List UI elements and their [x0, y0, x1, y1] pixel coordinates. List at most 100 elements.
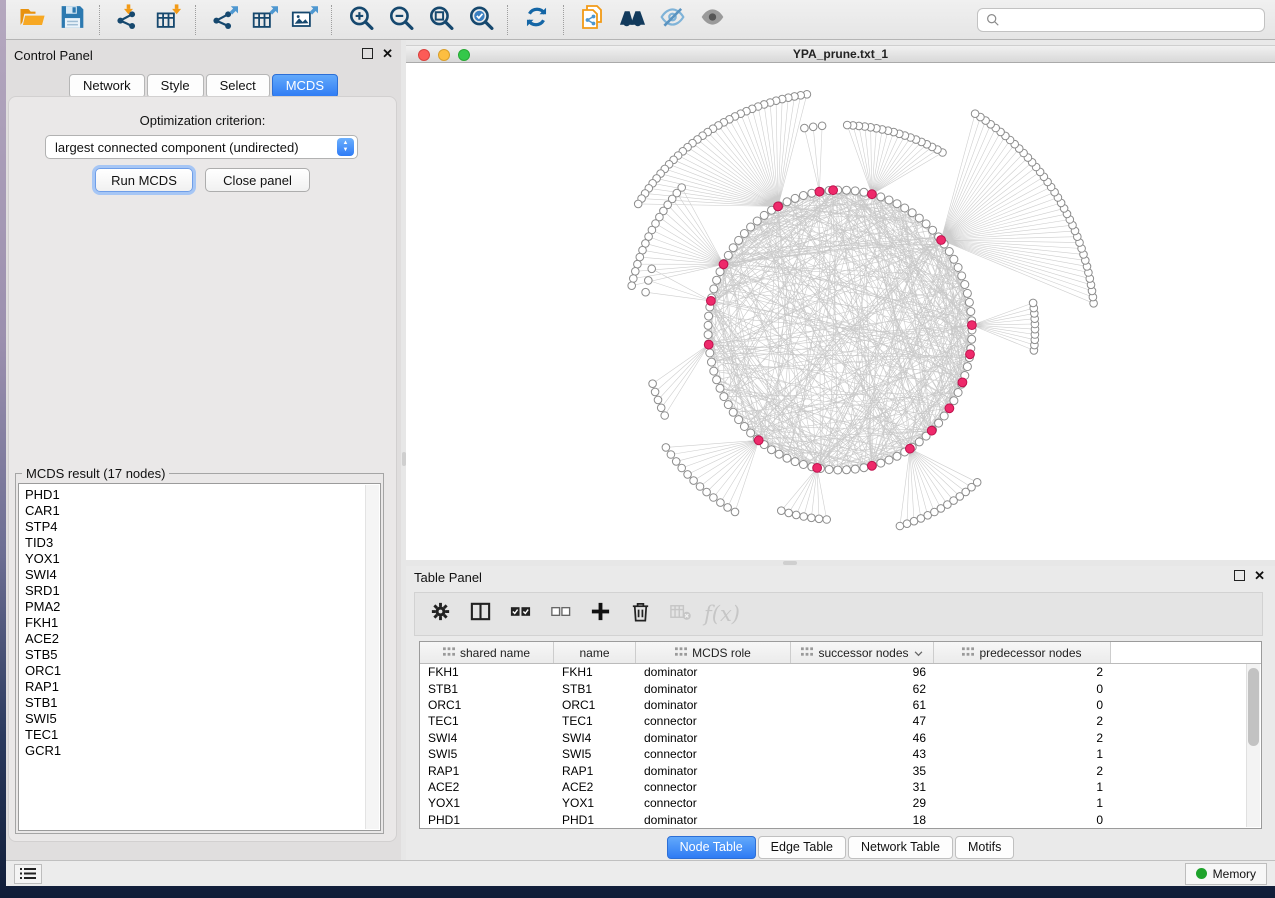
cell-mcds_role: dominator	[636, 698, 791, 712]
create-column-button[interactable]	[583, 597, 617, 631]
column-header-shared-name[interactable]: shared name	[420, 642, 554, 663]
window-minimize-button[interactable]	[438, 49, 450, 61]
mcds-result-item[interactable]: STB5	[25, 647, 380, 663]
zoom-in-button[interactable]	[343, 4, 377, 36]
table-row[interactable]: PHD1PHD1dominator180	[420, 812, 1261, 828]
table-row[interactable]: TEC1TEC1connector472	[420, 713, 1261, 729]
show-all-button[interactable]	[695, 4, 729, 36]
select-all-button[interactable]	[503, 597, 537, 631]
task-history-button[interactable]	[14, 864, 42, 884]
hide-selected-button[interactable]	[655, 4, 689, 36]
export-image-icon	[291, 4, 318, 35]
mcds-result-list[interactable]: PHD1CAR1STP4TID3YOX1SWI4SRD1PMA2FKH1ACE2…	[18, 483, 381, 831]
window-zoom-button[interactable]	[458, 49, 470, 61]
memory-button[interactable]: Memory	[1185, 863, 1267, 885]
mcds-result-item[interactable]: RAP1	[25, 679, 380, 695]
tab-motifs[interactable]: Motifs	[955, 836, 1014, 859]
close-panel-icon[interactable]: ✕	[382, 49, 393, 59]
search-network-button[interactable]	[615, 4, 649, 36]
open-file-button[interactable]	[15, 4, 49, 36]
mcds-result-item[interactable]: TEC1	[25, 727, 380, 743]
list-scrollbar-track[interactable]	[365, 485, 379, 829]
float-panel-icon[interactable]	[362, 48, 373, 59]
column-header-predecessor-nodes[interactable]: predecessor nodes	[934, 642, 1111, 663]
mcds-result-item[interactable]: PHD1	[25, 487, 380, 503]
mcds-result-item[interactable]: SWI5	[25, 711, 380, 727]
table-row[interactable]: SWI5SWI5connector431	[420, 746, 1261, 762]
mcds-result-item[interactable]: STB1	[25, 695, 380, 711]
table-options-button[interactable]	[423, 597, 457, 631]
column-header-name[interactable]: name	[554, 642, 636, 663]
export-network-button[interactable]	[207, 4, 241, 36]
cell-successor_nodes: 62	[791, 682, 934, 696]
table-row[interactable]: SWI4SWI4dominator462	[420, 730, 1261, 746]
mcds-result-item[interactable]: FKH1	[25, 615, 380, 631]
search-input[interactable]	[1006, 12, 1256, 29]
cell-name: SWI4	[554, 731, 636, 745]
column-header-successor-nodes[interactable]: successor nodes	[791, 642, 934, 663]
status-bar: Memory	[6, 860, 1275, 886]
tab-mcds[interactable]: MCDS	[272, 74, 338, 98]
export-table-button[interactable]	[247, 4, 281, 36]
mcds-result-item[interactable]: SRD1	[25, 583, 380, 599]
import-table-from-file-button[interactable]	[151, 4, 185, 36]
mcds-result-item[interactable]: YOX1	[25, 551, 380, 567]
tab-select[interactable]: Select	[206, 74, 270, 98]
zoom-out-button[interactable]	[383, 4, 417, 36]
mcds-result-item[interactable]: SWI4	[25, 567, 380, 583]
run-mcds-button[interactable]: Run MCDS	[95, 168, 193, 192]
memory-status-icon	[1196, 868, 1207, 879]
close-panel-button[interactable]: Close panel	[205, 168, 310, 192]
zoom-selected-region-button[interactable]	[463, 4, 497, 36]
tab-network[interactable]: Network	[69, 74, 145, 98]
search-box[interactable]	[977, 8, 1265, 32]
table-scrollbar-track[interactable]	[1246, 664, 1260, 827]
toolbar-divider	[507, 5, 509, 35]
show-columns-icon	[469, 600, 492, 628]
window-close-button[interactable]	[418, 49, 430, 61]
show-columns-button[interactable]	[463, 597, 497, 631]
tab-edge-table[interactable]: Edge Table	[758, 836, 846, 859]
cell-successor_nodes: 29	[791, 796, 934, 810]
import-network-from-file-button[interactable]	[111, 4, 145, 36]
toolbar-divider	[331, 5, 333, 35]
cell-predecessor_nodes: 0	[934, 698, 1111, 712]
mcds-result-item[interactable]: STP4	[25, 519, 380, 535]
network-canvas[interactable]	[406, 63, 1275, 560]
cell-predecessor_nodes: 1	[934, 780, 1111, 794]
mcds-result-item[interactable]: ACE2	[25, 631, 380, 647]
copy-network-button[interactable]	[575, 4, 609, 36]
export-image-button[interactable]	[287, 4, 321, 36]
control-panel-tabs: Network Style Select MCDS	[6, 74, 401, 98]
table-scrollbar-thumb[interactable]	[1248, 668, 1259, 746]
optimization-criterion-select[interactable]: largest connected component (undirected)…	[45, 135, 358, 159]
table-row[interactable]: RAP1RAP1dominator352	[420, 762, 1261, 778]
table-row[interactable]: ORC1ORC1dominator610	[420, 697, 1261, 713]
mcds-panel-body: Optimization criterion: largest connecte…	[8, 96, 397, 842]
tab-node-table[interactable]: Node Table	[667, 836, 756, 859]
mcds-result-item[interactable]: CAR1	[25, 503, 380, 519]
control-panel-title: Control Panel	[14, 48, 93, 63]
close-table-panel-icon[interactable]: ✕	[1254, 571, 1265, 581]
toolbar-divider	[195, 5, 197, 35]
deselect-all-button[interactable]	[543, 597, 577, 631]
table-row[interactable]: FKH1FKH1dominator962	[420, 664, 1261, 680]
tab-network-table[interactable]: Network Table	[848, 836, 953, 859]
save-session-button[interactable]	[55, 4, 89, 36]
table-row[interactable]: STB1STB1dominator620	[420, 680, 1261, 696]
memory-label: Memory	[1213, 867, 1256, 881]
mcds-result-item[interactable]: PMA2	[25, 599, 380, 615]
zoom-fit-content-button[interactable]	[423, 4, 457, 36]
delete-columns-button[interactable]	[623, 597, 657, 631]
mcds-result-item[interactable]: ORC1	[25, 663, 380, 679]
cell-shared_name: TEC1	[420, 714, 554, 728]
table-row[interactable]: YOX1YOX1connector291	[420, 795, 1261, 811]
float-table-panel-icon[interactable]	[1234, 570, 1245, 581]
mcds-result-item[interactable]: TID3	[25, 535, 380, 551]
apply-preferred-layout-button[interactable]	[519, 4, 553, 36]
table-row[interactable]: ACE2ACE2connector311	[420, 779, 1261, 795]
column-header-MCDS-role[interactable]: MCDS role	[636, 642, 791, 663]
tab-style[interactable]: Style	[147, 74, 204, 98]
mcds-result-item[interactable]: GCR1	[25, 743, 380, 759]
hide-selected-icon	[659, 4, 686, 35]
